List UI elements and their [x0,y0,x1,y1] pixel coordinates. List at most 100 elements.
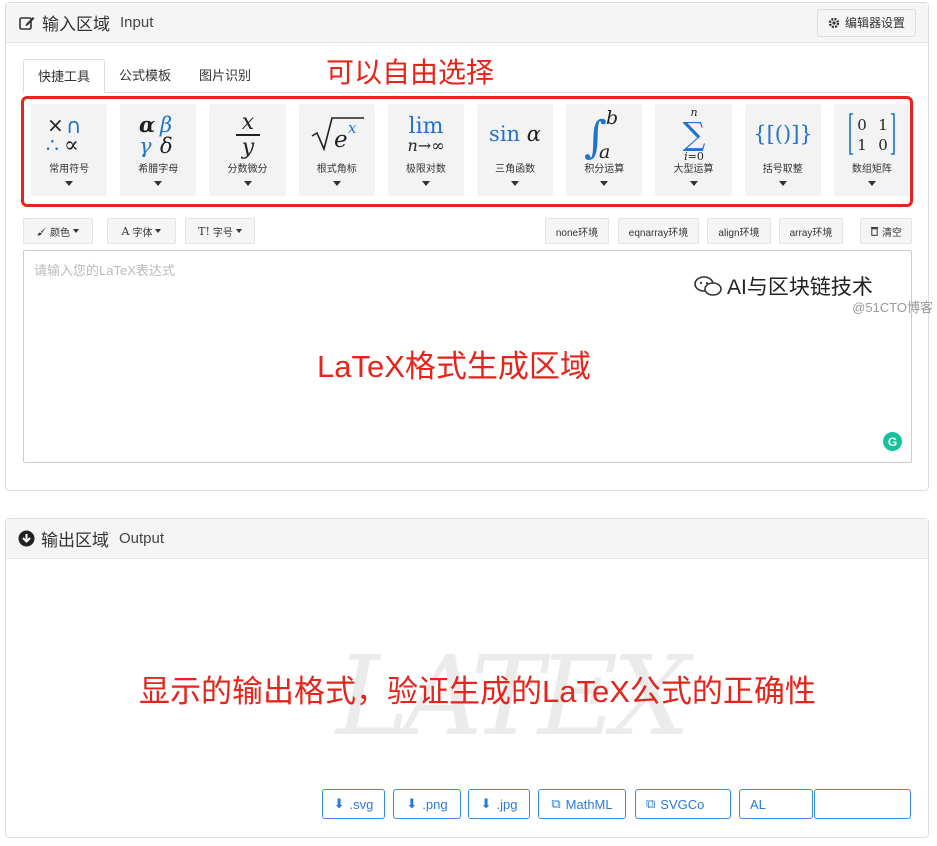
caret-down-icon [243,181,252,186]
caret-down-icon [778,181,787,186]
tool-common-symbols[interactable]: × ∩ ∴ ∝ 常用符号 [31,104,108,196]
output-render-area: LATEX 显示的输出格式，验证生成的LaTeX公式的正确性 ⬇ .svg ⬇ .p… [6,560,928,837]
caret-down-icon [867,181,876,186]
tool-fraction[interactable]: x y 分数微分 [209,104,286,196]
caret-down-icon [332,181,341,186]
tool-limit[interactable]: lim n→∞ 极限对数 [387,104,465,196]
integral-icon: ∫ b a [566,104,642,164]
download-svg-button[interactable]: ⬇ .svg [322,789,385,819]
tool-label: 括号取整 [762,164,803,175]
tab-formula-templates[interactable]: 公式模板 [105,59,185,93]
editor-settings-button[interactable]: 编辑器设置 [816,8,916,37]
color-dropdown[interactable]: 颜色 [23,218,93,244]
caret-down-icon [73,229,79,233]
copy-icon: ⧉ [646,796,656,811]
caret-down-icon [235,229,242,233]
format-toolbar: 颜色 A 字体 T! 字号 none环境 eqnarray环境 align环境 … [23,218,912,244]
svg-text:n→∞: n→∞ [407,136,444,155]
tool-label: 希腊字母 [138,164,179,175]
tool-summation[interactable]: n ∑ i=0 大型运算 [655,104,732,196]
copy-all-button[interactable]: AL [739,789,813,819]
copy-label: MathML [565,796,613,812]
output-panel-title: 输出区域 Output [18,526,164,551]
clear-label: 清空 [882,227,902,239]
tool-label: 常用符号 [49,164,90,175]
summation-icon: n ∑ i=0 [655,104,731,164]
svg-text:y: y [240,135,254,159]
svg-text:x: x [348,119,357,137]
annotation-editor: LaTeX格式生成区域 [317,349,591,384]
svg-text:x: x [241,110,254,135]
limit-icon: lim n→∞ [388,104,464,164]
matrix-icon: 0 1 1 0 [834,104,910,164]
size-label: 字号 [212,227,233,239]
tool-label: 积分运算 [584,164,625,175]
font-dropdown[interactable]: A 字体 [107,218,176,244]
annotation-tools: 可以自由选择 [326,56,495,89]
text-height-icon: T! [198,224,210,238]
tool-trig[interactable]: sin α 三角函数 [477,104,554,196]
copy-label: SVGCo [660,796,705,812]
arrow-circle-down-icon [18,530,35,547]
output-subtitle-text: Output [119,530,165,547]
tool-matrix[interactable]: 0 1 1 0 数组矩阵 [833,104,911,196]
download-icon: ⬇ [406,796,418,811]
output-title-text: 输出区域 [41,531,109,550]
tool-label: 极限对数 [405,164,446,175]
download-label: .png [422,796,448,812]
tool-radical[interactable]: e x 根式角标 [298,104,375,196]
brand-text: AI与区块链技术 [727,276,873,299]
input-subtitle-text: Input [120,14,154,31]
gear-icon [828,17,840,28]
grammarly-icon[interactable]: G [883,432,902,451]
tab-image-recognition[interactable]: 图片识别 [185,59,265,93]
env-none-button[interactable]: none环境 [545,218,609,244]
tool-label: 大型运算 [673,164,714,175]
tool-label: 三角函数 [495,164,536,175]
svg-text:e: e [334,127,348,153]
tool-integral[interactable]: ∫ b a 积分运算 [566,104,643,196]
caret-down-icon [155,229,162,233]
extra-output-button[interactable] [814,789,911,819]
svg-text:∴: ∴ [46,133,59,156]
caret-down-icon [600,181,609,186]
svg-text:0: 0 [857,116,867,134]
annotation-output: 显示的输出格式，验证生成的LaTeX公式的正确性 [139,674,816,709]
download-jpg-button[interactable]: ⬇ .jpg [468,789,530,819]
caret-down-icon [65,181,74,186]
tab-quick-tools[interactable]: 快捷工具 [23,59,106,93]
radical-icon: e x [299,104,375,164]
input-panel-title: 输入区域 Input [18,10,153,35]
font-size-dropdown[interactable]: T! 字号 [185,218,255,244]
tool-label: 分数微分 [227,164,268,175]
greek-letters-icon: α β γ δ [120,104,196,164]
font-label: 字体 [132,227,153,239]
svg-text:δ: δ [160,134,173,157]
copy-label: AL [750,796,766,812]
tool-greek-letters[interactable]: α β γ δ 希腊字母 [120,104,197,196]
env-eqnarray-button[interactable]: eqnarray环境 [618,218,699,244]
clear-button[interactable]: 清空 [860,218,912,244]
copy-mathml-button[interactable]: ⧉ MathML [538,789,626,819]
download-png-button[interactable]: ⬇ .png [393,789,461,819]
brush-icon [37,227,46,236]
svg-text:γ: γ [139,134,152,157]
tool-brackets[interactable]: {[()]} 括号取整 [744,104,821,196]
tool-label: 根式角标 [316,164,357,175]
svg-text:∝: ∝ [64,133,79,156]
font-icon: A [121,224,130,238]
env-align-button[interactable]: align环境 [707,218,771,244]
trash-icon [871,227,878,236]
input-panel-header: 输入区域 Input 编辑器设置 [6,3,928,43]
download-icon: ⬇ [480,796,492,811]
output-panel-header: 输出区域 Output [6,519,928,559]
env-array-button[interactable]: array环境 [779,218,843,244]
wechat-brand-watermark: AI与区块链技术 [693,271,873,301]
svg-text:i=0: i=0 [684,150,704,163]
fraction-icon: x y [209,104,285,164]
tool-label: 数组矩阵 [851,164,892,175]
caret-down-icon [689,181,698,186]
download-label: .jpg [496,796,518,812]
copy-svgcode-button[interactable]: ⧉ SVGCo [635,789,731,819]
editor-settings-label: 编辑器设置 [844,16,905,30]
